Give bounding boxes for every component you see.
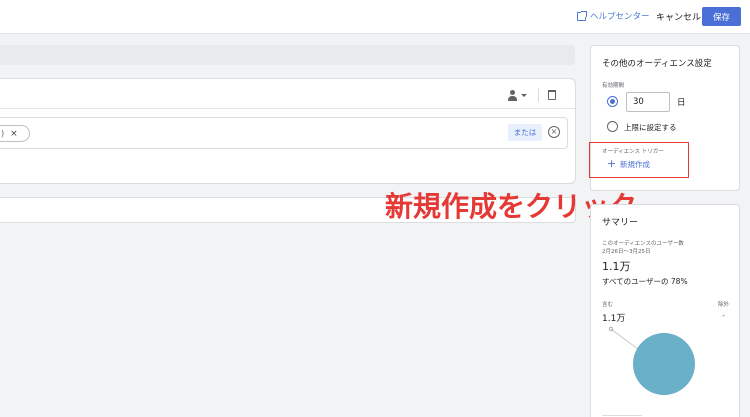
open-in-new-icon [577,10,587,21]
summary-pie-chart [608,326,695,395]
settings-title: その他のオーディエンス設定 [602,59,712,69]
duration-days-radio[interactable] [607,96,618,107]
condition-chip[interactable]: ) × [0,125,30,142]
caret-down-icon[interactable] [521,94,527,97]
highlight-box [589,142,689,178]
remove-circle-icon[interactable]: × [548,126,560,138]
chip-close-icon[interactable]: × [10,129,18,139]
or-button[interactable]: または [508,124,542,141]
condition-group-header [0,79,575,109]
divider [538,88,539,102]
audience-name-bar[interactable] [0,45,575,65]
condition-group-card: ) × または × [0,78,576,184]
person-icon[interactable] [508,90,517,101]
help-center-link[interactable]: ヘルプセンター [577,10,650,22]
divider [602,415,642,416]
condition-chip-text: ) [1,129,5,138]
duration-label: 有効期間 [602,83,625,89]
duration-unit: 日 [677,98,686,108]
save-button[interactable]: 保存 [702,7,741,26]
duration-max-label: 上限に設定する [624,123,677,132]
pie-slice-included [633,333,695,395]
summary-panel: サマリー このオーディエンスのユーザー数 2月26日～3月25日 1.1万 すべ… [590,204,740,417]
condition-row: ) × または × [0,117,568,149]
duration-days-input[interactable]: 30 [626,92,670,112]
cancel-button[interactable]: キャンセル [656,10,701,23]
top-bar: ヘルプセンター キャンセル 保存 [0,0,750,34]
duration-max-radio[interactable] [607,121,618,132]
trash-icon[interactable] [548,90,556,100]
help-center-label: ヘルプセンター [590,12,650,22]
